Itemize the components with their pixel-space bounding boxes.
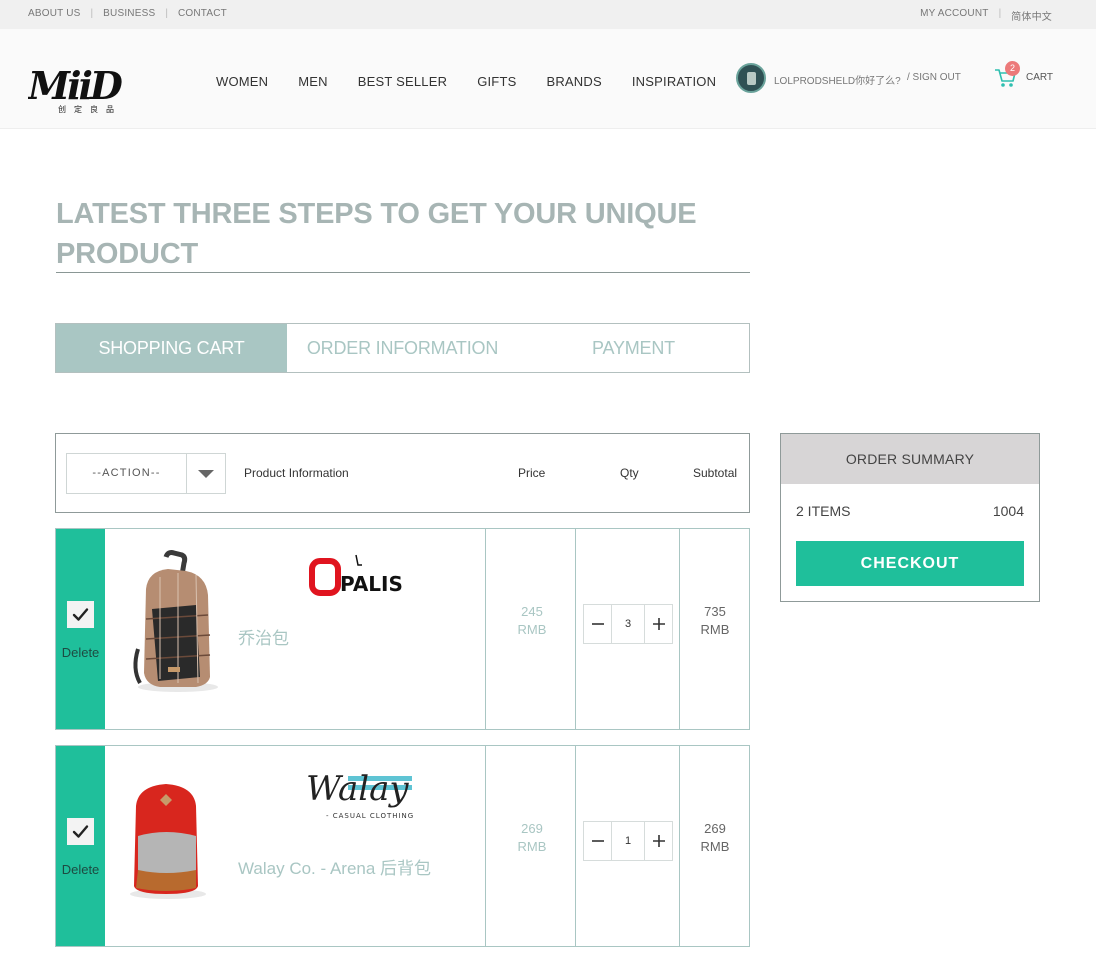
qty-increase-button[interactable] [644,822,672,860]
util-links-left: ABOUT US | BUSINESS | CONTACT [28,8,227,19]
title-divider [56,272,750,273]
column-divider [485,529,486,729]
price-value: 269 [521,821,543,836]
item-select-column: Delete [56,529,105,729]
user-avatar[interactable] [736,63,766,93]
user-name[interactable]: LOLPRODSHELD你好了么? [774,72,901,87]
checkmark-icon [72,608,89,621]
nav-item-best-seller[interactable]: BEST SELLER [358,74,447,89]
price-value: 245 [521,604,543,619]
price-currency: RMB [517,622,547,637]
cart-count-badge: 2 [1005,61,1020,76]
checkout-button[interactable]: CHECKOUT [796,541,1024,586]
minus-icon [592,840,604,842]
delete-item-button[interactable]: Delete [56,862,105,877]
qty-increase-button[interactable] [644,605,672,643]
cart-item-row: Delete PALIS 乔治包 245 RMB 3 735 RMB [55,528,750,730]
util-separator: | [165,8,168,19]
action-dropdown[interactable]: --ACTION-- [66,453,226,494]
column-header-subtotal: Subtotal [693,466,738,480]
chevron-down-icon [198,470,214,478]
subtotal-value: 269 [704,821,726,836]
dropdown-divider [186,454,187,493]
main-nav: WOMEN MEN BEST SELLER GIFTS BRANDS INSPI… [216,74,746,89]
price-currency: RMB [517,839,547,854]
product-name[interactable]: Walay Co. - Arena 后背包 [238,854,431,879]
minus-icon [592,623,604,625]
column-header-product: Product Information [244,466,349,480]
item-price: 269 RMB [487,820,577,856]
cart-item-row: Delete Walay - CASUAL CLOTHING - Walay C… [55,745,750,947]
column-divider [485,746,486,946]
cart-link[interactable]: CART [1026,72,1053,83]
qty-input[interactable]: 1 [612,822,644,860]
opalis-wordmark: PALIS [340,572,403,596]
opalis-brand-logo[interactable]: PALIS [306,543,416,613]
tab-shopping-cart[interactable]: SHOPPING CART [56,324,287,372]
subtotal-value: 735 [704,604,726,619]
summary-total: 1004 [992,503,1024,519]
plus-icon [653,618,665,630]
column-header-qty: Qty [620,466,639,480]
summary-item-count: 2 ITEMS [796,503,851,519]
plus-icon [653,835,665,847]
order-summary-title: ORDER SUMMARY [781,434,1039,484]
avatar-image [747,72,756,85]
tab-order-information[interactable]: ORDER INFORMATION [287,324,518,372]
walay-wordmark: Walay [306,769,409,809]
logo-wordmark: MiiD [28,63,123,108]
subtotal-currency: RMB [700,622,730,637]
util-links-right: MY ACCOUNT | 简体中文 [920,8,1052,23]
sling-bag-product-image[interactable] [116,549,236,709]
walay-brand-logo[interactable]: Walay - CASUAL CLOTHING - [306,760,416,830]
tab-payment[interactable]: PAYMENT [518,324,749,372]
business-link[interactable]: BUSINESS [103,8,155,19]
subtotal-currency: RMB [700,839,730,854]
nav-item-men[interactable]: MEN [298,74,328,89]
nav-item-brands[interactable]: BRANDS [546,74,601,89]
site-header: MiiD 创定良品 WOMEN MEN BEST SELLER GIFTS BR… [0,29,1096,129]
column-divider [679,746,680,946]
nav-item-gifts[interactable]: GIFTS [477,74,516,89]
walay-tagline: - CASUAL CLOTHING - [326,812,416,820]
cart-table-header: --ACTION-- Product Information Price Qty… [55,433,750,513]
page-title: LATEST THREE STEPS TO GET YOUR UNIQUE PR… [56,198,697,270]
nav-item-inspiration[interactable]: INSPIRATION [632,74,716,89]
backpack-product-image[interactable] [116,766,236,926]
item-checkbox[interactable] [67,601,94,628]
item-checkbox[interactable] [67,818,94,845]
util-separator: | [998,8,1002,19]
order-summary-panel: ORDER SUMMARY 2 ITEMS 1004 CHECKOUT [780,433,1040,602]
contact-link[interactable]: CONTACT [178,8,227,19]
product-name[interactable]: 乔治包 [238,624,289,649]
action-dropdown-value: --ACTION-- [92,467,161,479]
item-subtotal: 735 RMB [681,603,749,639]
qty-decrease-button[interactable] [584,605,612,643]
checkmark-icon [72,825,89,838]
top-utility-bar: ABOUT US | BUSINESS | CONTACT MY ACCOUNT… [0,0,1096,29]
quantity-stepper: 1 [583,821,673,861]
nav-item-women[interactable]: WOMEN [216,74,268,89]
column-header-price: Price [518,466,546,480]
delete-item-button[interactable]: Delete [56,645,105,660]
qty-input[interactable]: 3 [612,605,644,643]
my-account-link[interactable]: MY ACCOUNT [920,8,989,23]
quantity-stepper: 3 [583,604,673,644]
qty-decrease-button[interactable] [584,822,612,860]
checkout-steps-tabs: SHOPPING CART ORDER INFORMATION PAYMENT [55,323,750,373]
column-divider [679,529,680,729]
logo-subtitle: 创定良品 [58,105,122,114]
util-separator: | [90,8,94,19]
item-price: 245 RMB [487,603,577,639]
item-select-column: Delete [56,746,105,946]
sign-out-link[interactable]: / SIGN OUT [907,72,961,83]
about-us-link[interactable]: ABOUT US [28,8,81,19]
item-subtotal: 269 RMB [681,820,749,856]
language-switch-link[interactable]: 简体中文 [1011,8,1052,23]
